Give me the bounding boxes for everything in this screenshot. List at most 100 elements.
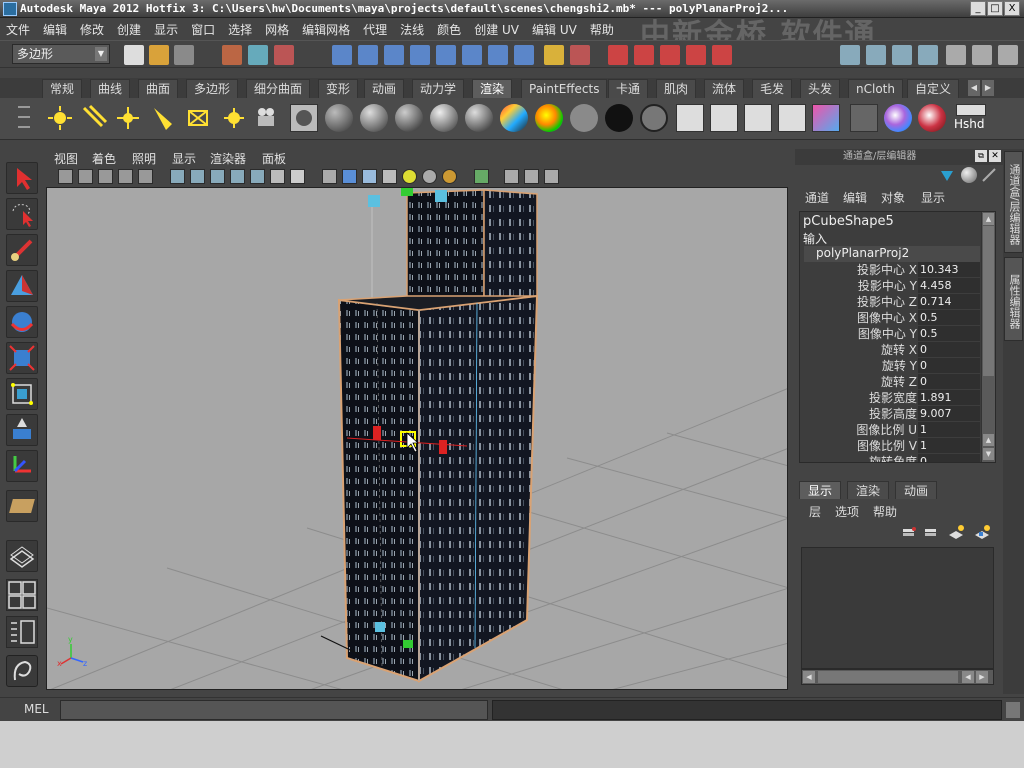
scroll-up-icon[interactable]: ▲ [983, 213, 994, 225]
layout-toggle-icon[interactable] [939, 169, 955, 183]
paint-select-tool-icon[interactable] [6, 234, 38, 266]
channel-row[interactable]: 图像中心 X 0.5 [800, 310, 981, 326]
layer-menu-help[interactable]: 帮助 [873, 503, 897, 520]
ipr-clapper-icon[interactable] [710, 104, 738, 132]
channel-label[interactable]: 图像比例 V [857, 438, 917, 454]
render-clapper-icon[interactable] [676, 104, 704, 132]
safe-action-icon[interactable] [270, 169, 285, 184]
channel-row[interactable]: 投影高度 9.007 [800, 406, 981, 422]
four-view-layout-icon[interactable] [6, 579, 38, 611]
projection-handle-top-left[interactable] [368, 195, 380, 207]
channel-label[interactable]: 旋转 Y [882, 358, 917, 374]
menu-normals[interactable]: 法线 [400, 21, 424, 38]
perspective-viewport[interactable]: x z y [46, 187, 788, 690]
menu-window[interactable]: 窗口 [191, 21, 215, 38]
scroll-down-icon[interactable]: ▼ [983, 448, 994, 460]
menu-set-selector[interactable]: 多边形 ▼ [12, 44, 110, 64]
projection-handle-top-right[interactable] [435, 190, 447, 202]
layered-shader-icon[interactable] [535, 104, 563, 132]
shelf-tab-animation[interactable]: 动画 [364, 79, 405, 98]
create-empty-layer-icon[interactable] [947, 523, 965, 541]
float-panel-icon[interactable]: ⧉ [975, 150, 987, 162]
channel-box-menu-object[interactable]: 对象 [881, 189, 905, 206]
viewport-menu-panels[interactable]: 面板 [262, 150, 286, 167]
input-node-name[interactable]: polyPlanarProj2 [816, 246, 909, 260]
menu-proxy[interactable]: 代理 [363, 21, 387, 38]
channel-label[interactable]: 图像中心 Y [858, 326, 917, 342]
select-surfaces-icon[interactable] [410, 45, 430, 65]
shelf-tab-polygons[interactable]: 多边形 [186, 79, 239, 98]
menu-file[interactable]: 文件 [6, 21, 30, 38]
lasso-tool-icon[interactable] [6, 198, 38, 230]
layer-tab-render[interactable]: 渲染 [847, 481, 890, 499]
create-layer-from-selected-icon[interactable] [973, 523, 991, 541]
move-tool-icon[interactable] [6, 270, 38, 302]
channel-value-field[interactable]: 0.5 [918, 310, 980, 325]
shelf-tab-surfaces[interactable]: 曲面 [138, 79, 179, 98]
shelf-tab-rendering[interactable]: 渲染 [472, 79, 513, 98]
menu-help[interactable]: 帮助 [590, 21, 614, 38]
side-tab-attribute-editor[interactable]: 属性编辑器 [1004, 257, 1023, 341]
shelf-tab-hair[interactable]: 头发 [800, 79, 841, 98]
select-dynamics-icon[interactable] [462, 45, 482, 65]
shelf-tab-painteffects[interactable]: PaintEffects [521, 79, 608, 98]
scale-tool-icon[interactable] [6, 342, 38, 374]
channel-row[interactable]: 旋转 Y0 [800, 358, 981, 374]
shelf-tab-fur[interactable]: 毛发 [752, 79, 793, 98]
viewport-menu-lighting[interactable]: 照明 [132, 150, 156, 167]
select-joints-icon[interactable] [358, 45, 378, 65]
render-settings-icon[interactable] [892, 45, 912, 65]
anisotropic-material-icon[interactable] [465, 104, 493, 132]
channel-row[interactable]: 旋转角度 0 [800, 454, 981, 462]
menu-create-uv[interactable]: 创建 UV [474, 21, 519, 38]
projection-handle-left[interactable] [373, 426, 381, 440]
select-deformations-icon[interactable] [436, 45, 456, 65]
mel-command-input[interactable] [60, 700, 488, 720]
shelf-tab-ncloth[interactable]: nCloth [848, 79, 903, 98]
field-chart-icon[interactable] [250, 169, 265, 184]
camera-icon[interactable] [252, 104, 280, 132]
toggle-attribute-editor-icon[interactable] [946, 45, 966, 65]
channel-value-field[interactable]: 0 [918, 358, 980, 373]
film-gate-icon[interactable] [190, 169, 205, 184]
layer-horizontal-scrollbar[interactable]: ◀ ◀ ▶ [801, 669, 994, 685]
resolution-gate-icon[interactable] [210, 169, 225, 184]
channel-row[interactable]: 投影中心 Z 0.714 [800, 294, 981, 310]
render-current-frame-icon[interactable] [840, 45, 860, 65]
menu-select[interactable]: 选择 [228, 21, 252, 38]
xray-joints-icon[interactable] [524, 169, 539, 184]
use-background-icon[interactable] [605, 104, 633, 132]
projection-handle-top-center[interactable] [401, 188, 413, 196]
smooth-shading-icon[interactable] [342, 169, 357, 184]
menu-edit[interactable]: 编辑 [43, 21, 67, 38]
select-curves-icon[interactable] [384, 45, 404, 65]
channel-label[interactable]: 旋转角度 [869, 454, 917, 462]
menu-display[interactable]: 显示 [154, 21, 178, 38]
spot-light-icon[interactable] [148, 104, 176, 132]
gate-mask-icon[interactable] [230, 169, 245, 184]
channel-label[interactable]: 投影中心 Z [857, 294, 917, 310]
shelf-tab-toon[interactable]: 卡通 [608, 79, 649, 98]
render-settings-shelf-icon[interactable] [778, 104, 806, 132]
channel-value-field[interactable]: 0 [918, 454, 980, 462]
batch-render-icon[interactable] [744, 104, 772, 132]
shading-map-icon[interactable] [640, 104, 668, 132]
channel-label[interactable]: 投影高度 [869, 406, 917, 422]
menu-create[interactable]: 创建 [117, 21, 141, 38]
outliner-persp-layout-icon[interactable] [6, 616, 38, 648]
building-front[interactable] [337, 294, 539, 683]
menu-modify[interactable]: 修改 [80, 21, 104, 38]
hq-rendering-icon[interactable] [442, 169, 457, 184]
snap-to-view-plane-icon[interactable] [686, 45, 706, 65]
bookmarks-icon[interactable] [98, 169, 113, 184]
isolate-select-icon[interactable] [474, 169, 489, 184]
scroll-left-icon[interactable]: ◀ [803, 671, 815, 683]
open-scene-icon[interactable] [149, 45, 169, 65]
hypershade-icon[interactable] [918, 45, 938, 65]
shelf-tab-general[interactable]: 常规 [42, 79, 83, 98]
shelf-options-icon[interactable] [14, 98, 34, 140]
grease-pencil-icon[interactable] [138, 169, 153, 184]
projection-handle-right[interactable] [439, 440, 447, 454]
channel-box-scrollbar[interactable]: ▲ ▲ ▼ [981, 212, 995, 462]
channel-value-field[interactable]: 4.458 [918, 278, 980, 293]
